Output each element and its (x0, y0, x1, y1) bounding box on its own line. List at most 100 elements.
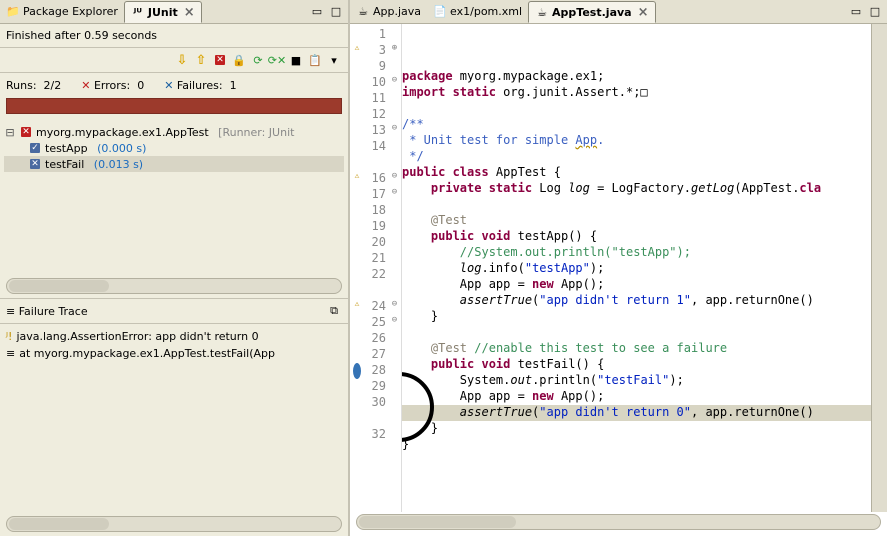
marker-slot[interactable] (350, 315, 364, 331)
history-icon[interactable]: 📋 (307, 52, 323, 68)
fold-gutter[interactable]: ⊕⊖⊖⊖⊖⊖⊖ (388, 24, 402, 512)
marker-slot[interactable] (350, 203, 364, 219)
marker-slot[interactable] (350, 187, 364, 203)
tree-test-row[interactable]: ✓ testApp (0.000 s) (4, 140, 344, 156)
line-number[interactable]: 25 (364, 315, 386, 331)
line-number[interactable]: 21 (364, 251, 386, 267)
code-line[interactable]: public class AppTest { (402, 165, 871, 181)
scrollbar-thumb[interactable] (9, 280, 109, 292)
line-number[interactable] (364, 155, 386, 171)
code-line[interactable]: package myorg.mypackage.ex1; (402, 69, 871, 85)
prev-failure-icon[interactable]: ⇧ (193, 52, 209, 68)
code-editor[interactable]: ⚠⚠⚠ 139101112131416171819202122242526272… (350, 24, 887, 512)
line-number[interactable] (364, 283, 386, 299)
code-line[interactable]: import static org.junit.Assert.*;□ (402, 85, 871, 101)
code-line[interactable] (402, 325, 871, 341)
tab-pom-xml[interactable]: 📄 ex1/pom.xml (427, 1, 528, 23)
tree-test-row[interactable]: ✕ testFail (0.013 s) (4, 156, 344, 172)
editor-vertical-scrollbar[interactable] (871, 24, 887, 512)
marker-slot[interactable]: ⚠ (350, 299, 364, 315)
fold-toggle[interactable] (388, 235, 401, 251)
code-line[interactable] (402, 453, 871, 469)
fold-toggle[interactable] (388, 347, 401, 363)
minimize-icon[interactable]: ▭ (848, 4, 864, 20)
editor-scrollbar[interactable] (356, 514, 881, 530)
marker-slot[interactable] (350, 363, 364, 379)
trace-line[interactable]: ᴶ! java.lang.AssertionError: app didn't … (6, 328, 342, 345)
collapse-icon[interactable]: ⊟ (4, 126, 16, 139)
line-number[interactable]: 26 (364, 331, 386, 347)
tab-apptest-java[interactable]: ☕ AppTest.java × (528, 1, 655, 23)
code-line[interactable]: * Unit test for simple App. (402, 133, 871, 149)
line-number[interactable]: 19 (364, 219, 386, 235)
fold-toggle[interactable] (388, 427, 401, 443)
fold-toggle[interactable] (388, 395, 401, 411)
fold-toggle[interactable] (388, 107, 401, 123)
line-number[interactable]: 20 (364, 235, 386, 251)
trace-line[interactable]: ≡ at myorg.mypackage.ex1.AppTest.testFai… (6, 345, 342, 362)
tab-junit[interactable]: ᴶᵁ JUnit × (124, 1, 202, 23)
close-icon[interactable]: × (184, 5, 195, 20)
scroll-lock-icon[interactable]: 🔒 (231, 52, 247, 68)
code-line[interactable]: */ (402, 149, 871, 165)
code-line[interactable]: log.info("testApp"); (402, 261, 871, 277)
trace-scrollbar[interactable] (6, 516, 342, 532)
line-number[interactable]: 17 (364, 187, 386, 203)
code-line[interactable]: public void testApp() { (402, 229, 871, 245)
marker-gutter[interactable]: ⚠⚠⚠ (350, 24, 364, 512)
marker-slot[interactable] (350, 331, 364, 347)
maximize-icon[interactable]: □ (328, 4, 344, 20)
fold-toggle[interactable]: ⊖ (388, 123, 401, 139)
marker-slot[interactable]: ⚠ (350, 171, 364, 187)
line-number[interactable] (364, 411, 386, 427)
fold-toggle[interactable] (388, 379, 401, 395)
code-line[interactable]: } (402, 437, 871, 453)
next-failure-icon[interactable]: ⇩ (174, 52, 190, 68)
fold-toggle[interactable] (388, 203, 401, 219)
marker-slot[interactable] (350, 27, 364, 43)
code-line[interactable]: assertTrue("app didn't return 1", app.re… (402, 293, 871, 309)
code-line[interactable] (402, 101, 871, 117)
rerun-test-icon[interactable]: ⟳ (250, 52, 266, 68)
marker-slot[interactable] (350, 283, 364, 299)
fold-toggle[interactable] (388, 155, 401, 171)
code-line[interactable]: App app = new App(); (402, 389, 871, 405)
line-number[interactable]: 14 (364, 139, 386, 155)
line-number[interactable]: 27 (364, 347, 386, 363)
marker-slot[interactable] (350, 411, 364, 427)
code-line[interactable]: //System.out.println("testApp"); (402, 245, 871, 261)
line-number[interactable]: 9 (364, 59, 386, 75)
minimize-icon[interactable]: ▭ (309, 4, 325, 20)
marker-slot[interactable] (350, 347, 364, 363)
line-number[interactable]: 13 (364, 123, 386, 139)
marker-slot[interactable] (350, 155, 364, 171)
marker-slot[interactable] (350, 219, 364, 235)
close-icon[interactable]: × (638, 5, 649, 20)
line-number[interactable]: 32 (364, 427, 386, 443)
fold-toggle[interactable] (388, 59, 401, 75)
line-number[interactable]: 3 (364, 43, 386, 59)
line-number[interactable]: 24 (364, 299, 386, 315)
marker-slot[interactable] (350, 91, 364, 107)
compare-icon[interactable]: ⧉ (326, 303, 342, 319)
code-line[interactable]: @Test (402, 213, 871, 229)
maximize-icon[interactable]: □ (867, 4, 883, 20)
line-number[interactable]: 10 (364, 75, 386, 91)
rerun-failed-icon[interactable]: ⟳✕ (269, 52, 285, 68)
code-line[interactable]: private static Log log = LogFactory.getL… (402, 181, 871, 197)
line-number[interactable]: 16 (364, 171, 386, 187)
fold-toggle[interactable]: ⊖ (388, 187, 401, 203)
tab-package-explorer[interactable]: 📁 Package Explorer (0, 1, 124, 23)
line-number[interactable]: 1 (364, 27, 386, 43)
fold-toggle[interactable] (388, 283, 401, 299)
fold-toggle[interactable]: ⊖ (388, 299, 401, 315)
breakpoint-icon[interactable] (353, 363, 361, 379)
tree-scrollbar[interactable] (6, 278, 342, 294)
code-line[interactable]: assertTrue("app didn't return 0", app.re… (402, 405, 871, 421)
line-number-gutter[interactable]: 1391011121314161718192021222425262728293… (364, 24, 388, 512)
scrollbar-thumb[interactable] (359, 516, 516, 528)
marker-slot[interactable] (350, 59, 364, 75)
marker-slot[interactable] (350, 379, 364, 395)
tree-suite-row[interactable]: ⊟ ✕ myorg.mypackage.ex1.AppTest [Runner:… (4, 124, 344, 140)
code-line[interactable]: } (402, 421, 871, 437)
